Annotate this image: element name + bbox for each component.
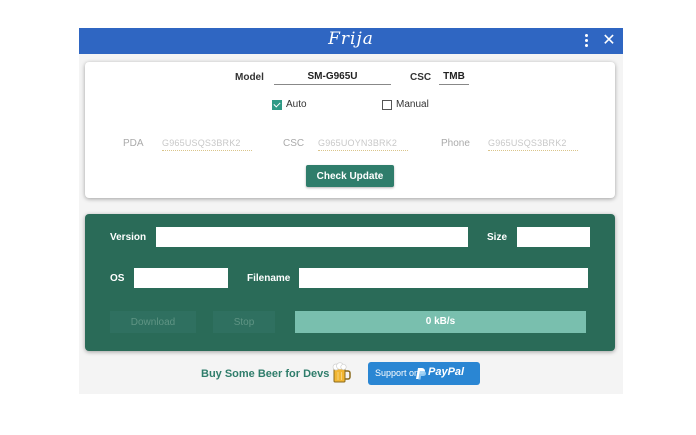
model-label: Model — [235, 72, 264, 83]
check-panel: Model SM-G965U CSC TMB Auto Manual PDA G… — [85, 62, 615, 198]
title-bar: Frija ✕ — [79, 28, 623, 54]
size-label: Size — [487, 232, 508, 243]
manual-label: Manual — [396, 99, 429, 110]
app-title: Frija — [328, 29, 374, 49]
more-vert-icon[interactable] — [579, 33, 593, 49]
paypal-text: PayPal — [428, 366, 465, 378]
size-field[interactable] — [517, 227, 590, 247]
csc-label: CSC — [410, 72, 432, 83]
os-field[interactable] — [134, 268, 228, 288]
version-label: Version — [110, 232, 147, 243]
paypal-icon — [414, 367, 426, 380]
download-panel: Version Size OS Filename Download Stop 0… — [85, 214, 615, 351]
support-text: Support on — [375, 368, 420, 378]
pda-field[interactable]: G965USQS3BRK2 — [162, 137, 252, 151]
close-icon[interactable]: ✕ — [601, 32, 617, 50]
model-input[interactable]: SM-G965U — [274, 70, 391, 85]
paypal-button[interactable]: Support on PayPal — [368, 362, 480, 385]
stop-button[interactable]: Stop — [213, 311, 275, 333]
phone-field[interactable]: G965USQS3BRK2 — [488, 137, 578, 151]
speed-text: 0 kB/s — [425, 316, 456, 327]
auto-label: Auto — [286, 99, 307, 110]
csc2-field[interactable]: G965UOYN3BRK2 — [318, 137, 408, 151]
filename-field[interactable] — [299, 268, 588, 288]
pda-label: PDA — [123, 138, 144, 149]
download-button[interactable]: Download — [110, 311, 196, 333]
download-progress-bar: 0 kB/s — [295, 311, 586, 333]
version-field[interactable] — [156, 227, 468, 247]
app-window: Frija ✕ Model SM-G965U CSC TMB Auto Manu… — [79, 28, 623, 394]
beer-mug-icon[interactable] — [332, 362, 352, 384]
csc2-label: CSC — [283, 138, 305, 149]
csc-input[interactable]: TMB — [439, 70, 469, 85]
filename-label: Filename — [247, 273, 291, 284]
manual-checkbox[interactable] — [382, 100, 392, 110]
check-update-button[interactable]: Check Update — [306, 165, 394, 187]
auto-checkbox[interactable] — [272, 100, 282, 110]
beer-text: Buy Some Beer for Devs — [201, 368, 330, 380]
os-label: OS — [110, 273, 125, 284]
phone-label: Phone — [441, 138, 470, 149]
